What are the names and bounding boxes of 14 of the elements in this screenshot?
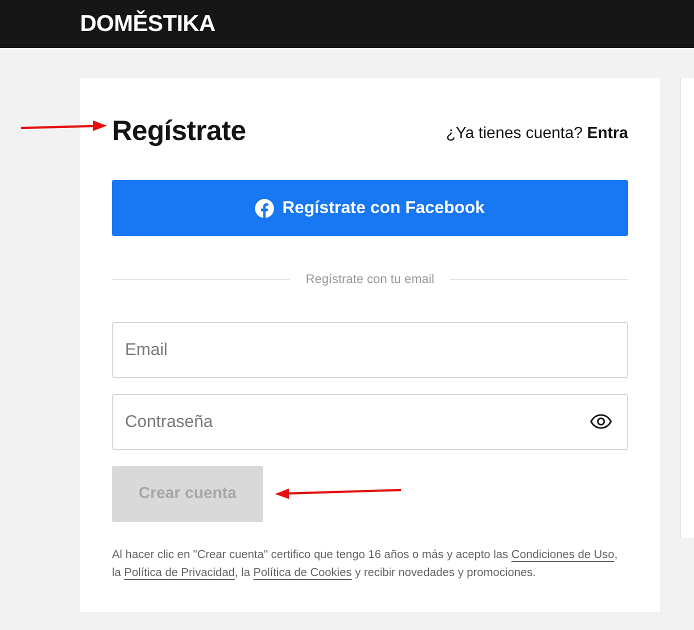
login-link[interactable]: Entra [587,125,628,142]
facebook-signup-button[interactable]: Regístrate con Facebook [112,180,628,236]
legal-link[interactable]: Política de Privacidad [124,567,235,579]
page-title: Regístrate [112,114,246,148]
legal-link[interactable]: Política de Cookies [253,567,352,579]
legal-link[interactable]: Condiciones de Uso [511,549,614,561]
login-prompt: ¿Ya tienes cuenta? Entra [446,125,628,143]
eye-icon[interactable] [590,414,612,429]
facebook-icon [255,198,274,218]
brand-logo[interactable]: DOMĚSTIKA [80,12,216,34]
password-field[interactable]: Contraseña [112,394,628,450]
legal-notice: Al hacer clic en "Crear cuenta" certifico que tengo 16 años o más y acepto las Condiciones de Uso, la Política de Privacidad, la Política de Cookies y recibir novedades y promociones. [112,548,619,581]
divider-label: Regístrate con tu email [306,272,434,286]
email-field[interactable]: Email [112,322,628,378]
